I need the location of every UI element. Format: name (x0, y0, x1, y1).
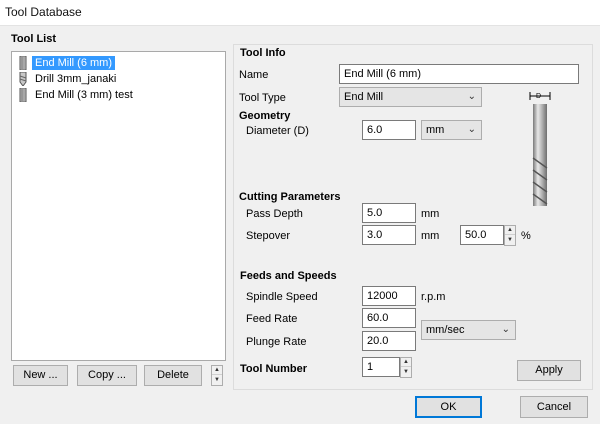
end-mill-icon (17, 87, 29, 103)
stepover-unit: mm (421, 230, 440, 242)
chevron-down-icon: ⌄ (467, 124, 476, 135)
diameter-unit-select[interactable]: mm ⌄ (421, 120, 482, 140)
stepover-label: Stepover (246, 230, 291, 242)
delete-tool-button[interactable]: Delete (144, 365, 202, 386)
move-up-icon[interactable]: ▲ (212, 366, 222, 375)
spindle-speed-label: Spindle Speed (246, 291, 318, 303)
drill-icon (17, 71, 29, 87)
tool-item-end-mill-6mm[interactable]: End Mill (6 mm) (17, 55, 116, 71)
new-tool-button[interactable]: New ... (13, 365, 68, 386)
diameter-field[interactable]: 6.0 (362, 120, 416, 140)
feed-rate-field[interactable]: 60.0 (362, 308, 416, 328)
window-title: Tool Database (5, 5, 82, 19)
stepover-percent-field[interactable]: 50.0 (460, 225, 504, 245)
end-mill-icon (17, 55, 29, 71)
apply-button[interactable]: Apply (517, 360, 581, 381)
tool-item-drill[interactable]: Drill 3mm_janaki (17, 71, 119, 87)
tool-type-value: End Mill (344, 91, 384, 103)
feed-rate-label: Feed Rate (246, 313, 298, 325)
tool-number-spinner[interactable]: ▲ ▼ (400, 357, 412, 378)
tool-info-heading: Tool Info (240, 47, 286, 59)
ok-button[interactable]: OK (415, 396, 482, 418)
tool-list-heading: Tool List (11, 33, 57, 45)
decrement-icon[interactable]: ▼ (505, 236, 515, 245)
title-bar: Tool Database (0, 0, 600, 26)
tool-number-label: Tool Number (240, 363, 308, 375)
rate-unit-select[interactable]: mm/sec ⌄ (421, 320, 516, 340)
tool-type-label: Tool Type (239, 92, 286, 104)
stepover-field[interactable]: 3.0 (362, 225, 416, 245)
decrement-icon[interactable]: ▼ (401, 368, 411, 377)
tool-order-spinner[interactable]: ▲ ▼ (211, 365, 223, 386)
pass-depth-unit: mm (421, 208, 440, 220)
copy-tool-button[interactable]: Copy ... (77, 365, 137, 386)
tool-type-select[interactable]: End Mill ⌄ (339, 87, 482, 107)
tool-item-label: End Mill (3 mm) test (35, 89, 133, 101)
plunge-rate-label: Plunge Rate (246, 336, 307, 348)
pass-depth-label: Pass Depth (246, 208, 303, 220)
chevron-down-icon: ⌄ (501, 324, 510, 335)
increment-icon[interactable]: ▲ (505, 226, 515, 235)
rate-unit-value: mm/sec (426, 324, 465, 336)
tool-item-label: Drill 3mm_janaki (35, 73, 117, 85)
tool-item-end-mill-3mm[interactable]: End Mill (3 mm) test (17, 87, 136, 103)
feeds-speeds-heading: Feeds and Speeds (240, 270, 337, 282)
diameter-label: Diameter (D) (246, 125, 309, 137)
tool-item-label: End Mill (6 mm) (32, 56, 116, 70)
plunge-rate-field[interactable]: 20.0 (362, 331, 416, 351)
diameter-marker: D (536, 93, 541, 100)
cutting-parameters-heading: Cutting Parameters (239, 191, 341, 203)
chevron-down-icon: ⌄ (467, 91, 476, 102)
increment-icon[interactable]: ▲ (401, 358, 411, 367)
stepover-percent-unit: % (521, 230, 531, 242)
geometry-heading: Geometry (239, 110, 291, 122)
pass-depth-field[interactable]: 5.0 (362, 203, 416, 223)
name-label: Name (239, 69, 269, 81)
diameter-unit-value: mm (426, 124, 445, 136)
tool-list: End Mill (6 mm) Drill 3mm_janaki End Mil… (11, 51, 226, 361)
tool-preview-image: D (520, 86, 560, 216)
stepover-percent-spinner[interactable]: ▲ ▼ (504, 225, 516, 246)
cancel-button[interactable]: Cancel (520, 396, 588, 418)
spindle-speed-unit: r.p.m (421, 291, 446, 303)
tool-number-field[interactable]: 1 (362, 357, 400, 377)
name-field[interactable]: End Mill (6 mm) (339, 64, 579, 84)
spindle-speed-field[interactable]: 12000 (362, 286, 416, 306)
move-down-icon[interactable]: ▼ (212, 376, 222, 385)
